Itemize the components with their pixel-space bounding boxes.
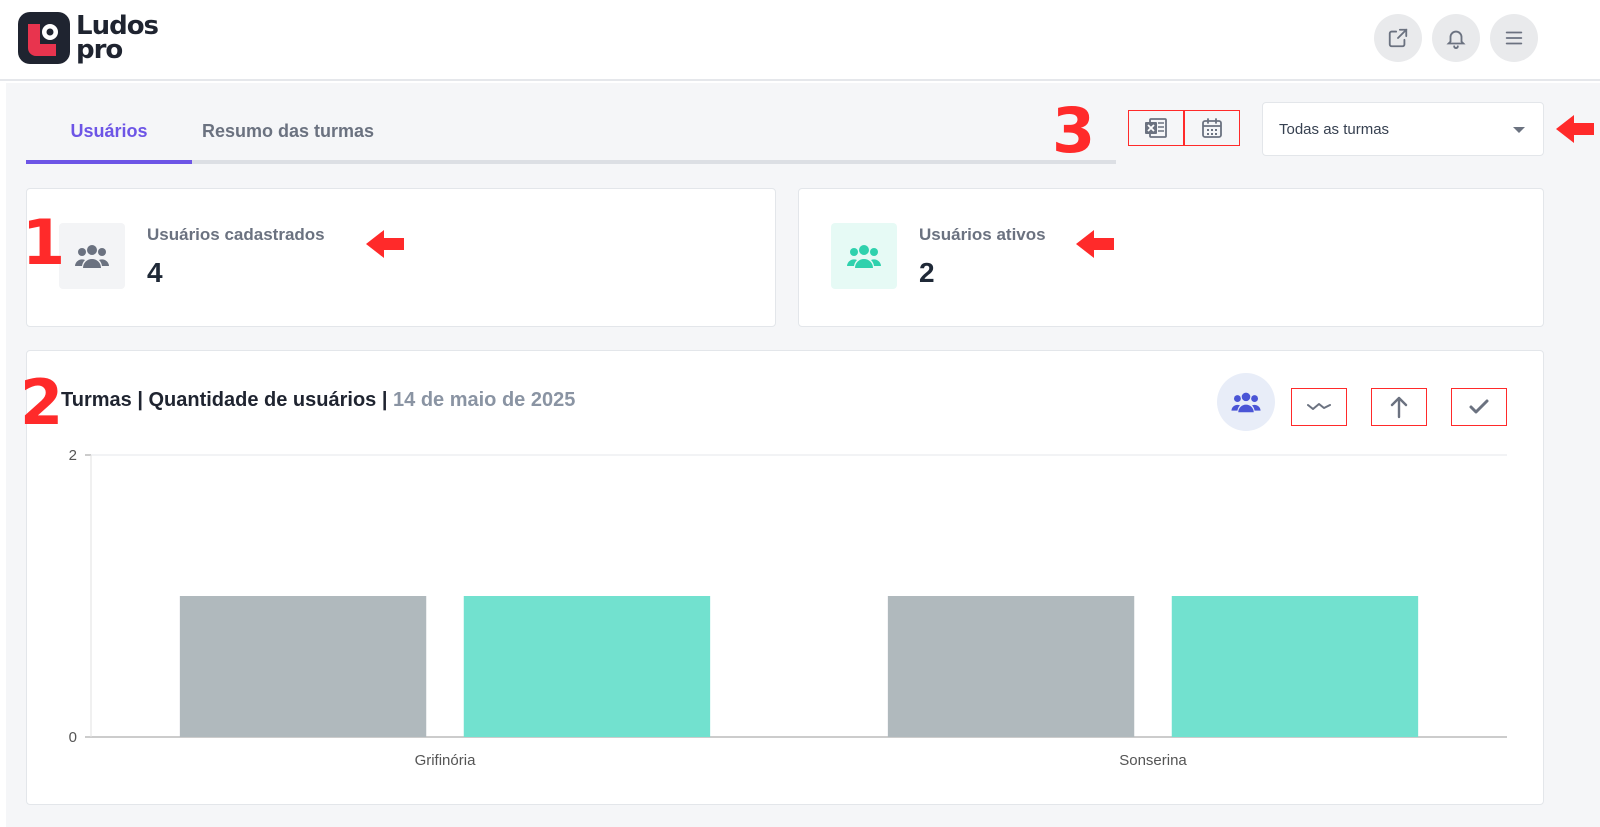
notifications-button[interactable]	[1432, 14, 1480, 62]
logo-mark-icon	[16, 10, 72, 66]
calendar-button[interactable]	[1184, 110, 1240, 146]
calendar-icon	[1202, 118, 1222, 138]
y-tick-label: 0	[69, 729, 77, 746]
chart-card: Turmas | Quantidade de usuários | 14 de …	[26, 350, 1544, 805]
excel-export-icon	[1145, 118, 1167, 138]
users-icon	[75, 245, 109, 268]
bell-icon	[1446, 30, 1466, 49]
annotation-arrow-icon	[1556, 115, 1594, 143]
y-tick-label: 2	[69, 447, 77, 464]
menu-icon	[1505, 31, 1523, 45]
app-logo[interactable]: Ludos pro	[16, 10, 159, 66]
logo-text-line2: pro	[76, 35, 123, 65]
stat-card-active-users: Usuários ativos 2	[798, 188, 1544, 327]
stat-value: 4	[147, 257, 163, 288]
x-tick-label: Sonserina	[1119, 752, 1187, 769]
tab-usuarios[interactable]: Usuários	[26, 100, 192, 162]
users-icon	[847, 245, 881, 268]
bar	[179, 596, 427, 737]
external-link-button[interactable]	[1374, 14, 1422, 62]
top-header: Ludos pro	[0, 0, 1600, 81]
tab-resumo-turmas[interactable]: Resumo das turmas	[192, 100, 384, 162]
stat-label: Usuários cadastrados	[147, 225, 325, 244]
stat-icon-box	[831, 223, 897, 289]
bar	[887, 596, 1135, 737]
bar	[463, 596, 711, 737]
class-filter-select[interactable]: Todas as turmas	[1262, 102, 1544, 156]
chevron-down-icon	[1513, 127, 1525, 133]
annotation-number-3: 3	[1052, 94, 1096, 167]
external-link-icon	[1388, 28, 1408, 48]
logo-text: Ludos pro	[76, 13, 159, 65]
x-tick-label: Grifinória	[415, 752, 477, 769]
stat-label: Usuários ativos	[919, 225, 1046, 244]
bar	[1171, 596, 1419, 737]
annotation-arrow-icon	[1076, 230, 1114, 258]
tab-bar: Usuários Resumo das turmas	[26, 100, 1116, 166]
stat-icon-box	[59, 223, 125, 289]
export-excel-button[interactable]	[1128, 110, 1184, 146]
bar-chart: 0 2 Grifinória Sonserina	[69, 447, 1507, 769]
annotation-number-1: 1	[22, 206, 66, 279]
class-filter-value: Todas as turmas	[1279, 120, 1390, 138]
annotation-number-2: 2	[20, 366, 64, 439]
tab-active-indicator	[26, 160, 192, 164]
annotation-arrow-icon	[366, 230, 404, 258]
menu-button[interactable]	[1490, 14, 1538, 62]
stat-value: 2	[919, 257, 935, 288]
